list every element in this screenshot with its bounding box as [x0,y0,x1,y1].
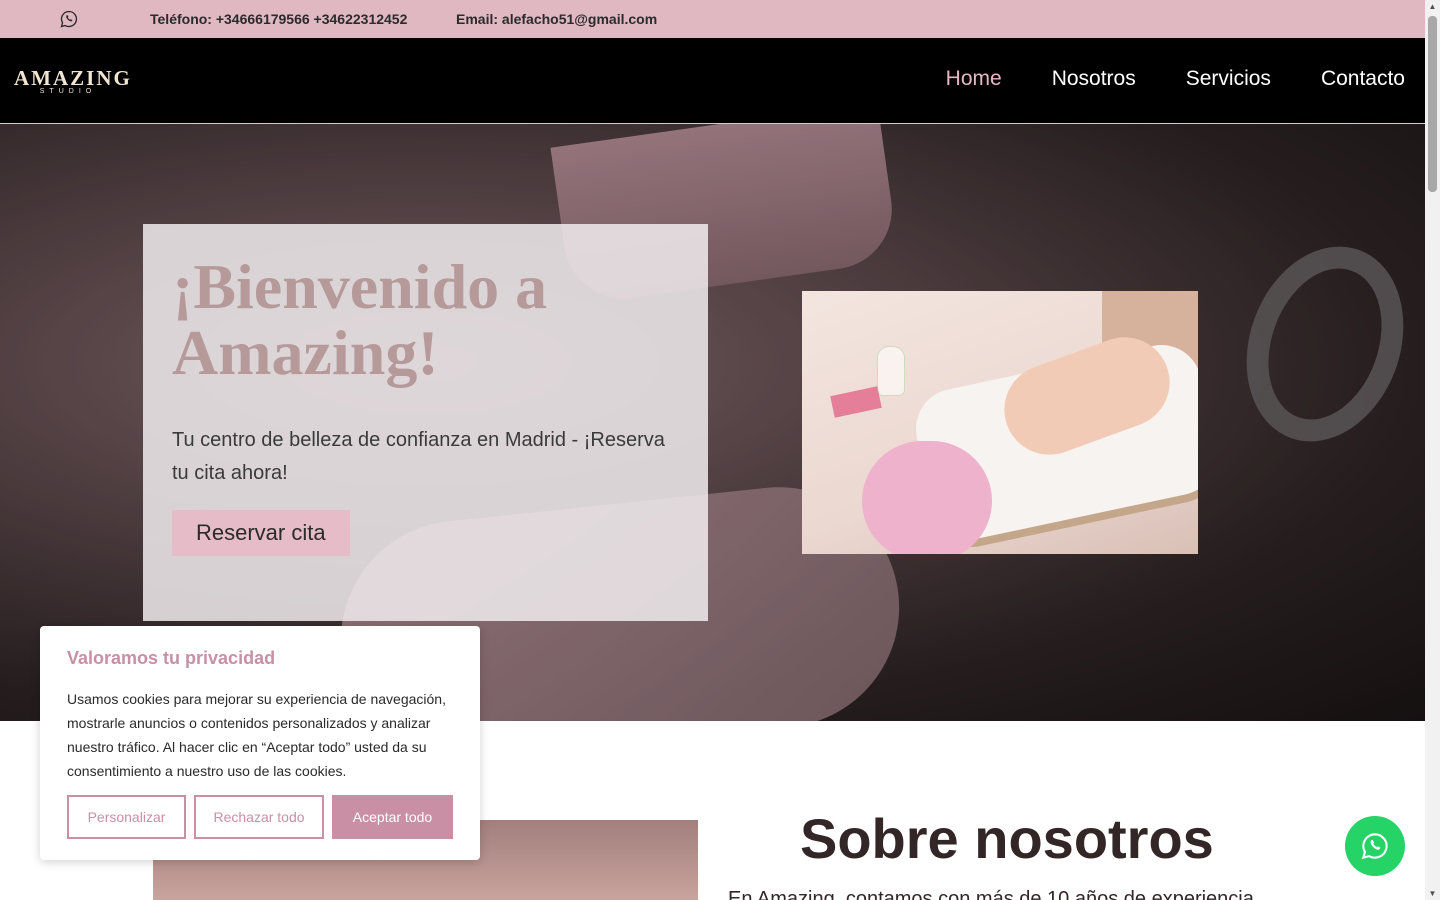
cookie-actions: Personalizar Rechazar todo Aceptar todo [67,795,453,839]
nav-item-home[interactable]: Home [946,67,1002,91]
scroll-up-icon[interactable]: ▲ [1428,2,1437,11]
hero-title: ¡Bienvenido a Amazing! [172,251,548,388]
nav-item-servicios[interactable]: Servicios [1186,67,1271,91]
whatsapp-float-button[interactable] [1345,816,1405,876]
contact-phone[interactable]: Teléfono: +34666179566 +34622312452 [150,11,407,27]
scrollbar-thumb[interactable] [1428,16,1437,192]
photo-diffuser [877,346,905,396]
customize-button[interactable]: Personalizar [67,795,186,839]
top-contact-bar: Teléfono: +34666179566 +34622312452 Emai… [0,0,1425,38]
contact-email[interactable]: Email: alefacho51@gmail.com [456,11,657,27]
manicure-photo [802,291,1198,554]
about-text: En Amazing, contamos con más de 10 años … [728,888,1254,900]
cookie-body: Usamos cookies para mejorar su experienc… [67,691,446,779]
hero-subtitle: Tu centro de belleza de confianza en Mad… [172,429,665,484]
accept-all-button[interactable]: Aceptar todo [332,795,453,839]
cookie-title: Valoramos tu privacidad [67,648,276,668]
brand-logo[interactable]: AMAZING STUDIO [14,66,132,96]
photo-gloved-hand [862,441,992,554]
about-title: Sobre nosotros [800,807,1214,870]
main-navigation: AMAZING STUDIO Home Nosotros Servicios C… [0,38,1425,124]
page-scrollbar[interactable]: ▲ ▼ [1425,0,1440,900]
cookie-consent-dialog: Valoramos tu privacidad Usamos cookies p… [40,626,480,860]
book-appointment-button[interactable]: Reservar cita [172,510,350,556]
whatsapp-icon[interactable] [60,10,78,28]
welcome-card: ¡Bienvenido a Amazing! Tu centro de bell… [143,224,708,621]
photo-nail-file [830,386,882,418]
nav-item-contacto[interactable]: Contacto [1321,67,1405,91]
brand-name: AMAZING [14,66,132,90]
scroll-down-icon[interactable]: ▼ [1428,889,1437,898]
nav-item-nosotros[interactable]: Nosotros [1052,67,1136,91]
whatsapp-icon [1361,833,1388,860]
reject-all-button[interactable]: Rechazar todo [194,795,324,839]
nav-menu: Home Nosotros Servicios Contacto [946,67,1405,91]
